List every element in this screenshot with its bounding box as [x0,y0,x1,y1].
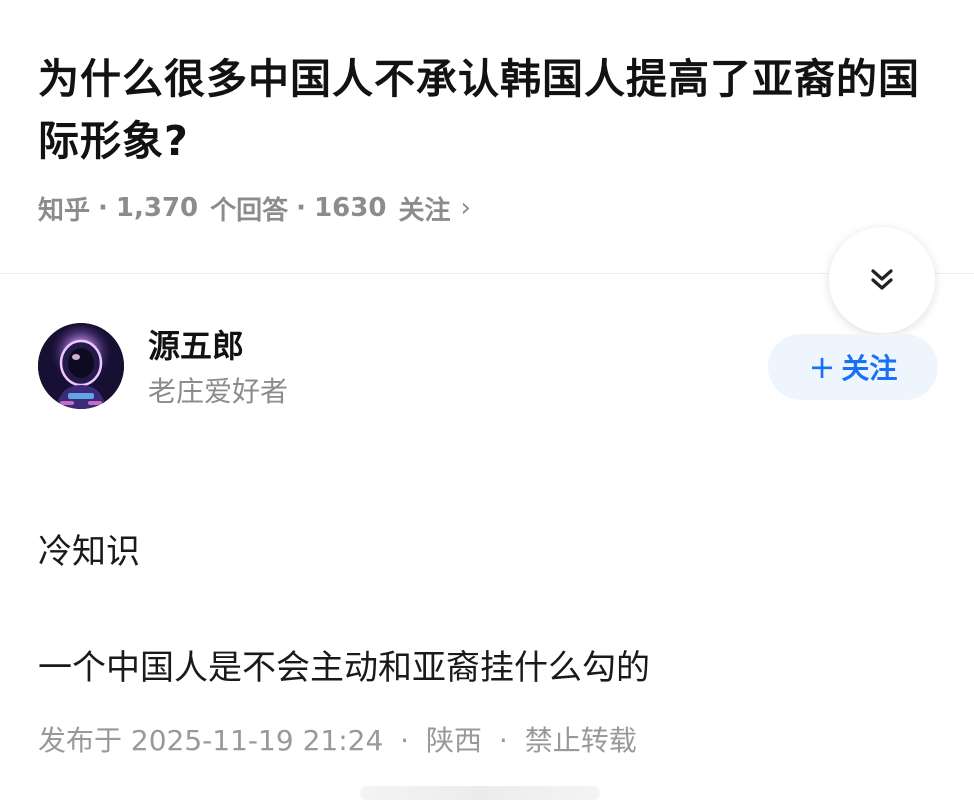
answer-count: 1,370 [115,193,199,223]
meta-separator: · [98,193,108,223]
publish-separator: · [400,724,410,757]
follow-button[interactable]: + 关注 [768,334,938,400]
answer-paragraph: 一个中国人是不会主动和亚裔挂什么勾的 [38,648,650,688]
follower-count-label: 关注 [398,195,451,226]
meta-separator: · [296,193,307,223]
publish-prefix: 发布于 [38,724,123,757]
section-divider [0,273,974,274]
question-title[interactable]: 为什么很多中国人不承认韩国人提高了亚裔的国际形象? [38,48,943,172]
publish-time: 21:24 [302,724,384,757]
question-meta[interactable]: 知乎 · 1,370 个回答 · 1630 关注 › [38,190,471,226]
astronaut-avatar-icon [38,323,124,409]
author-name[interactable]: 源五郎 [148,324,244,368]
follow-button-label: 关注 [841,352,898,385]
plus-icon: + [808,348,836,386]
publish-location: 陕西 [425,724,482,757]
collapse-button[interactable] [829,227,935,333]
follower-count: 1630 [314,193,387,223]
publish-separator: · [498,724,508,757]
double-chevron-down-icon [871,269,893,290]
source-label: 知乎 [38,195,91,226]
chevron-right-icon: › [460,193,471,223]
author-bio: 老庄爱好者 [148,375,289,408]
copyright-notice: 禁止转载 [524,724,637,757]
answer-count-label: 个回答 [210,195,289,226]
publish-info: 发布于 2025-11-19 21:24 · 陕西 · 禁止转载 [38,722,637,760]
answer-paragraph: 冷知识 [38,532,140,572]
publish-date: 2025-11-19 [130,724,294,757]
avatar[interactable] [38,323,124,409]
bottom-toolbar-hint [360,786,600,800]
